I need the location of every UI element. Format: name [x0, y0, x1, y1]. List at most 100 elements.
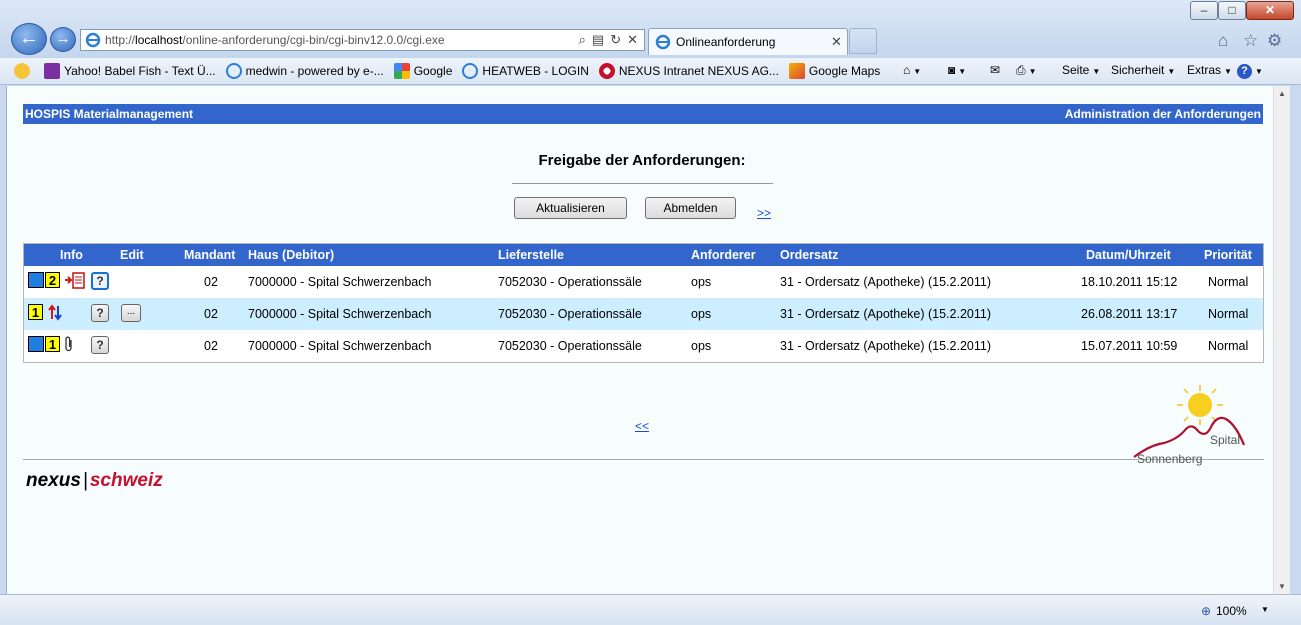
datum-cell: 18.10.2011 15:12 [1081, 275, 1178, 289]
edit-button[interactable]: ... [121, 304, 141, 322]
tab-onlineanforderung[interactable]: Onlineanforderung ✕ [648, 28, 848, 55]
title-divider [512, 183, 773, 184]
transfer-arrows-icon[interactable] [48, 304, 62, 321]
address-bar[interactable]: http://localhost/online-anforderung/cgi-… [80, 29, 645, 51]
count-badge: 1 [28, 304, 43, 320]
google-maps-icon [788, 63, 805, 79]
home-icon[interactable]: ⌂ [1218, 31, 1228, 51]
forward-button[interactable]: → [50, 27, 76, 52]
arrow-left-icon: ← [19, 27, 39, 49]
col-ordersatz: Ordersatz [780, 248, 839, 262]
scroll-up-icon[interactable]: ▲ [1278, 89, 1286, 98]
col-prioritaet: Priorität [1204, 248, 1252, 262]
favorite-google-maps[interactable]: Google Maps [788, 63, 880, 79]
table-row[interactable]: 2 ? 02 7000000 - Spital Schwerzenbach 70… [24, 266, 1263, 298]
maximize-window-button[interactable]: □ [1218, 1, 1246, 20]
table-header: Info Edit Mandant Haus (Debitor) Liefers… [24, 244, 1263, 266]
haus-cell: 7000000 - Spital Schwerzenbach [248, 307, 432, 321]
ie-page-icon [225, 63, 242, 79]
mail-command-icon[interactable]: ✉ [990, 63, 1000, 77]
zoom-dropdown-icon[interactable]: ▼ [1261, 605, 1269, 614]
refresh-button[interactable]: Aktualisieren [514, 197, 627, 219]
ie-page-icon [462, 63, 479, 79]
mandant-cell: 02 [204, 275, 218, 289]
settings-gear-icon[interactable]: ⚙ [1267, 31, 1282, 51]
favorites-bar: Yahoo! Babel Fish - Text Ü... medwin - p… [0, 58, 1301, 85]
count-badge: 2 [45, 272, 60, 288]
requests-table: Info Edit Mandant Haus (Debitor) Liefers… [23, 243, 1264, 363]
ie-page-icon [85, 32, 101, 48]
page-menu[interactable]: Seite ▼ [1062, 63, 1100, 77]
refresh-icon[interactable]: ↻ [610, 32, 621, 48]
haus-cell: 7000000 - Spital Schwerzenbach [248, 275, 432, 289]
close-window-button[interactable]: ✕ [1246, 1, 1294, 20]
status-bar [0, 594, 1301, 625]
lieferstelle-cell: 7052030 - Operationssäle [498, 339, 642, 353]
scroll-down-icon[interactable]: ▼ [1278, 582, 1286, 591]
search-icon[interactable]: ⌕ [579, 32, 586, 48]
favorite-heatweb[interactable]: HEATWEB - LOGIN [462, 63, 589, 79]
help-button[interactable]: ? [91, 336, 109, 354]
help-button[interactable]: ? [91, 304, 109, 322]
document-import-icon[interactable] [64, 271, 86, 290]
favorite-medwin[interactable]: medwin - powered by e-... [225, 63, 384, 79]
favorite-google[interactable]: Google [393, 63, 452, 79]
vertical-scrollbar[interactable]: ▲ ▼ [1273, 86, 1290, 594]
back-button[interactable]: ← [11, 23, 47, 55]
print-command-icon[interactable]: ⎙ ▼ [1016, 63, 1037, 78]
help-command-icon[interactable]: ? ▼ [1237, 63, 1263, 79]
datum-cell: 15.07.2011 10:59 [1081, 339, 1178, 353]
lieferstelle-cell: 7052030 - Operationssäle [498, 307, 642, 321]
table-row[interactable]: 1 ? ... 02 7000000 - Spital Schwerzenbac… [24, 298, 1263, 330]
app-header: HOSPIS Materialmanagement Administration… [23, 104, 1263, 124]
stop-icon[interactable]: ✕ [627, 32, 638, 48]
status-blue-icon [28, 336, 44, 352]
logo-text-spital: Spital [1210, 433, 1241, 447]
favorite-yahoo[interactable]: Yahoo! Babel Fish - Text Ü... [44, 63, 216, 79]
app-title: HOSPIS Materialmanagement [25, 107, 194, 121]
ordersatz-cell: 31 - Ordersatz (Apotheke) (15.2.2011) [780, 275, 991, 289]
zoom-level[interactable]: 100% [1216, 604, 1247, 618]
arrow-right-icon: → [55, 30, 71, 47]
col-edit: Edit [120, 248, 144, 262]
col-anforderer: Anforderer [691, 248, 756, 262]
col-mandant: Mandant [184, 248, 236, 262]
anforderer-cell: ops [691, 307, 712, 321]
safety-menu[interactable]: Sicherheit ▼ [1111, 63, 1175, 77]
paperclip-icon[interactable] [64, 336, 74, 353]
previous-page-link[interactable]: << [635, 419, 649, 433]
prioritaet-cell: Normal [1208, 307, 1249, 321]
help-button[interactable]: ? [91, 272, 109, 290]
logout-button[interactable]: Abmelden [645, 197, 736, 219]
anforderer-cell: ops [691, 339, 712, 353]
feeds-command-icon[interactable]: ◙ ▼ [948, 63, 966, 77]
home-command-icon[interactable]: ⌂ ▼ [903, 63, 921, 77]
table-row[interactable]: 1 ? 02 7000000 - Spital Schwerzenbach 70… [24, 330, 1263, 362]
close-tab-icon[interactable]: ✕ [831, 34, 847, 50]
status-blue-icon [28, 272, 44, 288]
minimize-window-button[interactable]: – [1190, 1, 1218, 20]
tools-menu[interactable]: Extras ▼ [1187, 63, 1232, 77]
prioritaet-cell: Normal [1208, 275, 1249, 289]
zoom-icon[interactable]: ⊕ [1201, 604, 1211, 618]
page-title: Freigabe der Anforderungen: [538, 152, 746, 169]
google-icon [393, 63, 410, 79]
nexus-icon [598, 63, 615, 79]
col-info: Info [60, 248, 83, 262]
mandant-cell: 02 [204, 339, 218, 353]
favorite-nexus-intranet[interactable]: NEXUS Intranet NEXUS AG... [598, 63, 779, 79]
favorites-add-icon[interactable] [14, 63, 34, 79]
yahoo-icon [44, 63, 60, 79]
section-title: Administration der Anforderungen [1064, 107, 1261, 121]
tab-label: Onlineanforderung [676, 35, 776, 49]
url-text[interactable]: http://localhost/online-anforderung/cgi-… [105, 33, 579, 47]
col-datum: Datum/Uhrzeit [1086, 248, 1171, 262]
page-viewport: HOSPIS Materialmanagement Administration… [6, 86, 1289, 594]
compatibility-view-icon[interactable]: ▤ [592, 32, 604, 48]
new-tab-button[interactable] [849, 28, 877, 54]
ordersatz-cell: 31 - Ordersatz (Apotheke) (15.2.2011) [780, 339, 991, 353]
next-page-link[interactable]: >> [757, 206, 771, 220]
lieferstelle-cell: 7052030 - Operationssäle [498, 275, 642, 289]
datum-cell: 26.08.2011 13:17 [1081, 307, 1178, 321]
favorites-star-icon[interactable]: ☆ [1243, 31, 1258, 51]
